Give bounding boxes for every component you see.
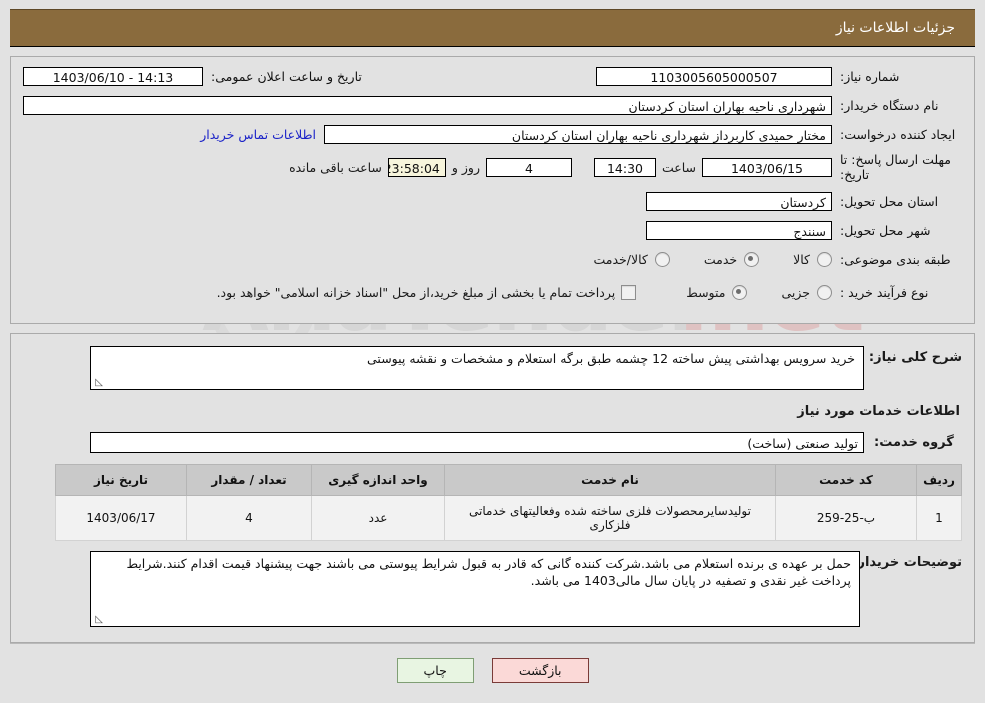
need-desc-value: خرید سرویس بهداشتی پیش ساخته 12 چشمه طبق… bbox=[367, 351, 855, 366]
details-panel: شرح کلی نیاز: خرید سرویس بهداشتی پیش ساخ… bbox=[10, 333, 975, 643]
buyer-contact-link[interactable]: اطلاعات تماس خریدار bbox=[192, 127, 324, 142]
treasury-checkbox[interactable] bbox=[621, 285, 637, 300]
category-option-service[interactable]: خدمت bbox=[703, 252, 760, 267]
footer-actions: بازگشت چاپ bbox=[10, 658, 975, 683]
category-option-goods-service-label: کالا/خدمت bbox=[593, 252, 648, 267]
row-buyer-org: نام دستگاه خریدار: شهرداری ناحیه بهاران … bbox=[23, 94, 962, 117]
process-option-medium[interactable]: متوسط bbox=[686, 285, 748, 300]
back-button[interactable]: بازگشت bbox=[491, 658, 589, 683]
cell-unit: عدد bbox=[311, 495, 445, 541]
announce-label: تاریخ و ساعت اعلان عمومی: bbox=[211, 69, 362, 84]
page-root: جزئیات اطلاعات نیاز شماره نیاز: 11030056… bbox=[0, 0, 985, 703]
row-buyer-notes: توضیحات خریدار: حمل بر عهده ی برنده استع… bbox=[23, 551, 962, 627]
row-need-description: شرح کلی نیاز: خرید سرویس بهداشتی پیش ساخ… bbox=[23, 346, 962, 390]
col-name: نام خدمت bbox=[444, 464, 776, 496]
col-code: کد خدمت bbox=[775, 464, 917, 496]
province-value: کردستان bbox=[646, 192, 832, 211]
category-option-service-label: خدمت bbox=[703, 252, 738, 267]
footer-divider bbox=[10, 643, 975, 644]
radio-goods-icon[interactable] bbox=[817, 252, 832, 267]
radio-goods-service-icon[interactable] bbox=[654, 252, 670, 267]
table-header-row: ردیف کد خدمت نام خدمت واحد اندازه گیری ت… bbox=[55, 464, 962, 496]
summary-panel: شماره نیاز: 1103005605000507 تاریخ و ساع… bbox=[10, 56, 975, 324]
countdown-timer: 23:58:04 bbox=[387, 157, 446, 177]
buyer-org-label: نام دستگاه خریدار: bbox=[840, 98, 939, 113]
city-label: شهر محل تحویل: bbox=[840, 223, 931, 238]
category-label: طبقه بندی موضوعی: bbox=[840, 252, 951, 267]
radio-medium-icon[interactable] bbox=[732, 285, 748, 300]
need-desc-textarea[interactable]: خرید سرویس بهداشتی پیش ساخته 12 چشمه طبق… bbox=[90, 346, 864, 390]
cell-code: ب-25-259 bbox=[775, 495, 917, 541]
category-option-goods-service[interactable]: کالا/خدمت bbox=[593, 252, 670, 267]
creator-label: ایجاد کننده درخواست: bbox=[840, 127, 956, 142]
category-option-goods[interactable]: کالا bbox=[793, 252, 832, 267]
service-group-label: گروه خدمت: bbox=[874, 435, 954, 450]
announce-value: 14:13 - 1403/06/10 bbox=[23, 67, 203, 86]
row-service-group: گروه خدمت: تولید صنعتی (ساخت) bbox=[23, 431, 962, 454]
need-number-value: 1103005605000507 bbox=[596, 67, 832, 86]
row-province: استان محل تحویل: کردستان bbox=[23, 190, 962, 213]
treasury-text: پرداخت تمام یا بخشی از مبلغ خرید،از محل … bbox=[216, 285, 616, 300]
resize-grip-icon[interactable]: ◺ bbox=[93, 615, 103, 625]
row-deadline: مهلت ارسال پاسخ: تا تاریخ: 1403/06/15 سا… bbox=[23, 152, 962, 182]
row-need-number: شماره نیاز: 1103005605000507 تاریخ و ساع… bbox=[23, 65, 962, 88]
remaining-suffix-label: ساعت باقی مانده bbox=[289, 159, 382, 175]
creator-value: مختار حمیدی کاربرداز شهرداری ناحیه بهارا… bbox=[324, 125, 832, 144]
deadline-label: مهلت ارسال پاسخ: تا تاریخ: bbox=[840, 152, 951, 182]
cell-qty: 4 bbox=[186, 495, 312, 541]
services-section-title: اطلاعات خدمات مورد نیاز bbox=[797, 404, 960, 419]
hour-label: ساعت bbox=[661, 159, 696, 175]
cell-name: تولیدسایرمحصولات فلزی ساخته شده وفعالیته… bbox=[444, 495, 776, 541]
row-creator: ایجاد کننده درخواست: مختار حمیدی کاربردا… bbox=[23, 123, 962, 146]
buyer-notes-textarea[interactable]: حمل بر عهده ی برنده استعلام می باشد.شرکت… bbox=[90, 551, 860, 627]
process-option-minor[interactable]: جزیی bbox=[781, 285, 832, 300]
service-group-value: تولید صنعتی (ساخت) bbox=[90, 432, 864, 453]
category-option-goods-label: کالا bbox=[793, 252, 810, 267]
cell-index: 1 bbox=[916, 495, 962, 541]
days-word-label: روز و bbox=[451, 159, 480, 175]
city-value: سنندج bbox=[646, 221, 832, 240]
process-option-medium-label: متوسط bbox=[686, 285, 726, 300]
cell-date: 1403/06/17 bbox=[55, 495, 187, 541]
radio-service-icon[interactable] bbox=[744, 252, 760, 267]
row-category: طبقه بندی موضوعی: کالا خدمت کالا/خدمت bbox=[23, 248, 962, 271]
row-city: شهر محل تحویل: سنندج bbox=[23, 219, 962, 242]
deadline-date-value: 1403/06/15 bbox=[702, 157, 832, 177]
process-label: نوع فرآیند خرید : bbox=[840, 285, 929, 300]
buyer-notes-value: حمل بر عهده ی برنده استعلام می باشد.شرکت… bbox=[126, 556, 851, 588]
radio-minor-icon[interactable] bbox=[817, 285, 832, 300]
table-row[interactable]: 1 ب-25-259 تولیدسایرمحصولات فلزی ساخته ش… bbox=[55, 495, 962, 541]
row-process-type: نوع فرآیند خرید : جزیی متوسط پرداخت تمام… bbox=[23, 281, 962, 304]
need-desc-label: شرح کلی نیاز: bbox=[868, 350, 962, 365]
buyer-notes-label: توضیحات خریدار: bbox=[852, 555, 962, 570]
col-index: ردیف bbox=[916, 464, 962, 496]
page-header: جزئیات اطلاعات نیاز bbox=[10, 9, 975, 47]
days-remaining-value: 4 bbox=[485, 157, 572, 177]
need-number-label: شماره نیاز: bbox=[840, 69, 900, 84]
resize-grip-icon[interactable]: ◺ bbox=[93, 378, 103, 388]
deadline-time-value: 14:30 bbox=[593, 157, 656, 177]
page-title: جزئیات اطلاعات نیاز bbox=[835, 20, 955, 36]
print-button[interactable]: چاپ bbox=[396, 658, 474, 683]
col-qty: تعداد / مقدار bbox=[186, 464, 312, 496]
process-option-minor-label: جزیی bbox=[781, 285, 810, 300]
province-label: استان محل تحویل: bbox=[840, 194, 939, 209]
buyer-org-value: شهرداری ناحیه بهاران استان کردستان bbox=[23, 96, 832, 115]
col-unit: واحد اندازه گیری bbox=[311, 464, 445, 496]
service-items-table: ردیف کد خدمت نام خدمت واحد اندازه گیری ت… bbox=[55, 464, 962, 541]
col-date: تاریخ نیاز bbox=[55, 464, 187, 496]
